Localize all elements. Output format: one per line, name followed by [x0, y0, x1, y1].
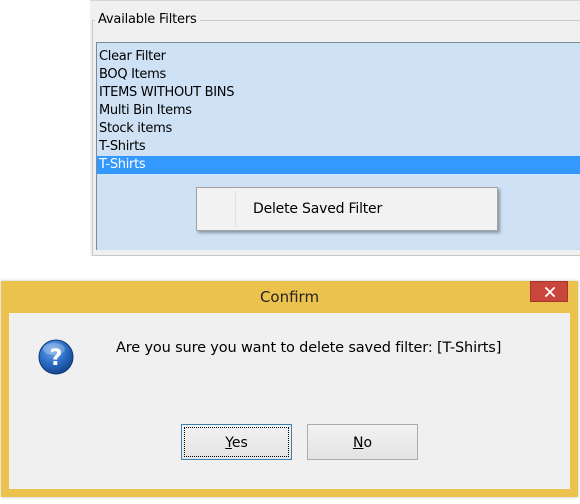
yes-mnemonic: Y	[225, 435, 232, 451]
menu-icon-gutter	[235, 191, 236, 227]
dialog-title: Confirm	[259, 288, 320, 306]
list-item[interactable]: T-Shirts	[97, 138, 580, 156]
no-label-rest: o	[363, 435, 373, 451]
confirm-dialog: Confirm ? Are you sure you want to delet…	[1, 281, 578, 497]
svg-text:?: ?	[50, 346, 63, 371]
yes-label-rest: es	[231, 435, 248, 451]
context-menu: Delete Saved Filter	[196, 187, 498, 231]
list-item[interactable]: Multi Bin Items	[97, 102, 580, 120]
list-item[interactable]: Stock items	[97, 120, 580, 138]
dialog-body: ? Are you sure you want to delete saved …	[9, 313, 570, 489]
filters-group-label: Available Filters	[95, 10, 200, 30]
list-item[interactable]: ITEMS WITHOUT BINS	[97, 84, 580, 102]
panel-divider	[90, 0, 580, 7]
list-item-selected[interactable]: T-Shirts	[97, 156, 580, 174]
close-button[interactable]	[530, 281, 568, 302]
no-mnemonic: N	[352, 435, 364, 451]
dialog-title-bar[interactable]: Confirm	[1, 281, 578, 313]
list-item[interactable]: BOQ Items	[97, 66, 580, 84]
yes-button-label: Yes	[225, 435, 248, 451]
menu-item-delete-saved-filter[interactable]: Delete Saved Filter	[253, 188, 382, 230]
question-icon: ?	[38, 339, 74, 375]
no-button-label: No	[353, 435, 372, 451]
yes-button[interactable]: Yes	[181, 424, 292, 460]
no-button[interactable]: No	[307, 424, 418, 460]
list-item[interactable]: Clear Filter	[97, 48, 580, 66]
close-icon	[545, 287, 555, 297]
dialog-message: Are you sure you want to delete saved fi…	[116, 340, 502, 356]
